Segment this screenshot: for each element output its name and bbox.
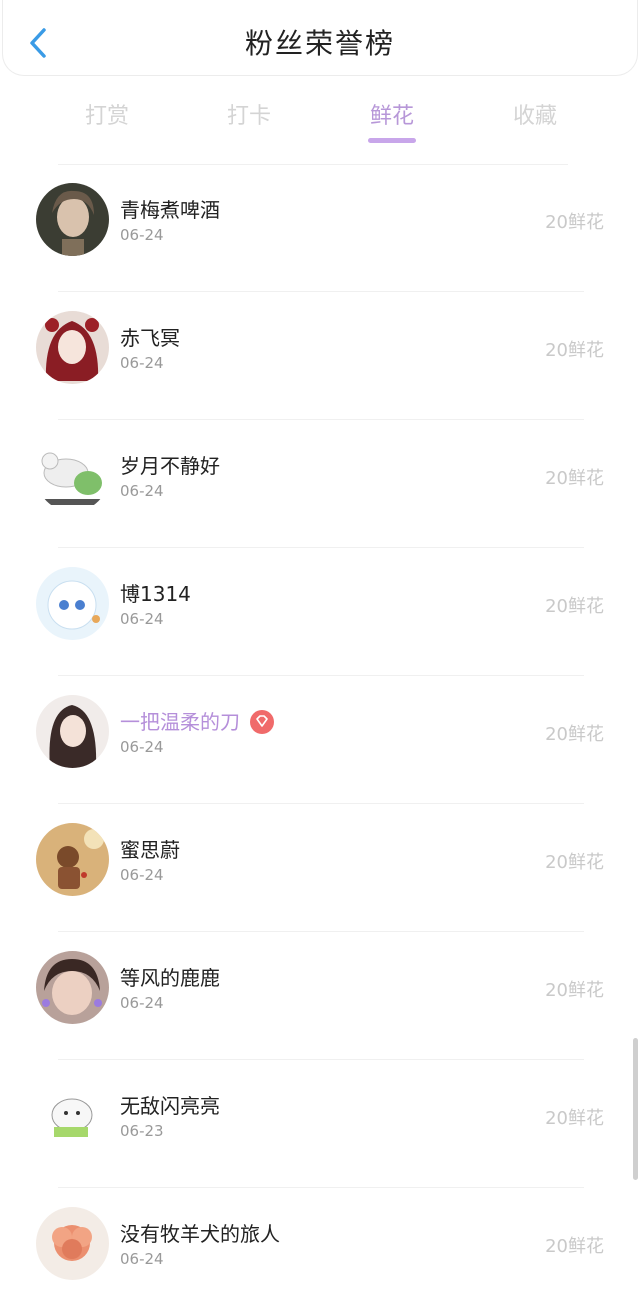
scrollbar[interactable] — [633, 1038, 638, 1180]
flower-count: 20鲜花 — [545, 340, 604, 361]
flower-count: 20鲜花 — [545, 1236, 604, 1257]
page-title: 粉丝荣誉榜 — [244, 27, 395, 60]
flower-count: 20鲜花 — [545, 468, 604, 489]
header-bar: 粉丝荣誉榜 — [2, 0, 638, 76]
list-item[interactable]: 博1314 06-24 20鲜花 — [0, 548, 640, 676]
avatar — [36, 695, 109, 768]
flower-count: 20鲜花 — [545, 852, 604, 873]
fan-date: 06-24 — [120, 738, 164, 756]
fan-date: 06-24 — [120, 1250, 164, 1268]
avatar — [36, 823, 109, 896]
fan-name: 蜜思蔚 — [120, 838, 180, 862]
list-item[interactable]: 青梅煮啤酒 06-24 20鲜花 — [0, 164, 640, 292]
fan-name: 无敌闪亮亮 — [120, 1094, 220, 1118]
list-item[interactable]: 等风的鹿鹿 06-24 20鲜花 — [0, 932, 640, 1060]
tab-bar: 打赏 打卡 鲜花 收藏 — [0, 90, 640, 150]
fan-name: 一把温柔的刀 — [120, 706, 274, 736]
fan-name: 博1314 — [120, 582, 191, 606]
avatar — [36, 183, 109, 256]
fan-date: 06-24 — [120, 482, 164, 500]
flower-count: 20鲜花 — [545, 980, 604, 1001]
fan-date: 06-24 — [120, 994, 164, 1012]
fan-name: 岁月不静好 — [120, 454, 220, 478]
list-item[interactable]: 没有牧羊犬的旅人 06-24 20鲜花 — [0, 1188, 640, 1316]
avatar — [36, 1079, 109, 1152]
active-tab-indicator — [368, 138, 416, 143]
flower-count: 20鲜花 — [545, 1108, 604, 1129]
tab-flowers[interactable]: 鲜花 — [347, 98, 437, 130]
flower-count: 20鲜花 — [545, 596, 604, 617]
fan-list: 青梅煮啤酒 06-24 20鲜花 赤飞冥 06-24 20鲜花 岁月不静好 06… — [0, 164, 640, 1316]
fan-date: 06-23 — [120, 1122, 164, 1140]
tab-checkin[interactable]: 打卡 — [204, 98, 294, 130]
avatar — [36, 439, 109, 512]
list-item[interactable]: 无敌闪亮亮 06-23 20鲜花 — [0, 1060, 640, 1188]
vip-diamond-icon — [250, 709, 274, 734]
fan-name: 青梅煮啤酒 — [120, 198, 220, 222]
tab-tip[interactable]: 打赏 — [62, 98, 152, 130]
fan-date: 06-24 — [120, 354, 164, 372]
list-item[interactable]: 赤飞冥 06-24 20鲜花 — [0, 292, 640, 420]
list-item[interactable]: 蜜思蔚 06-24 20鲜花 — [0, 804, 640, 932]
fan-date: 06-24 — [120, 866, 164, 884]
avatar — [36, 311, 109, 384]
flower-count: 20鲜花 — [545, 212, 604, 233]
fan-name: 赤飞冥 — [120, 326, 180, 350]
fan-name: 没有牧羊犬的旅人 — [120, 1222, 280, 1246]
avatar — [36, 1207, 109, 1280]
fan-date: 06-24 — [120, 226, 164, 244]
fan-name: 等风的鹿鹿 — [120, 966, 220, 990]
avatar — [36, 951, 109, 1024]
avatar — [36, 567, 109, 640]
list-item[interactable]: 一把温柔的刀 06-24 20鲜花 — [0, 676, 640, 804]
list-item[interactable]: 岁月不静好 06-24 20鲜花 — [0, 420, 640, 548]
flower-count: 20鲜花 — [545, 724, 604, 745]
tab-favorites[interactable]: 收藏 — [490, 98, 580, 130]
fan-date: 06-24 — [120, 610, 164, 628]
